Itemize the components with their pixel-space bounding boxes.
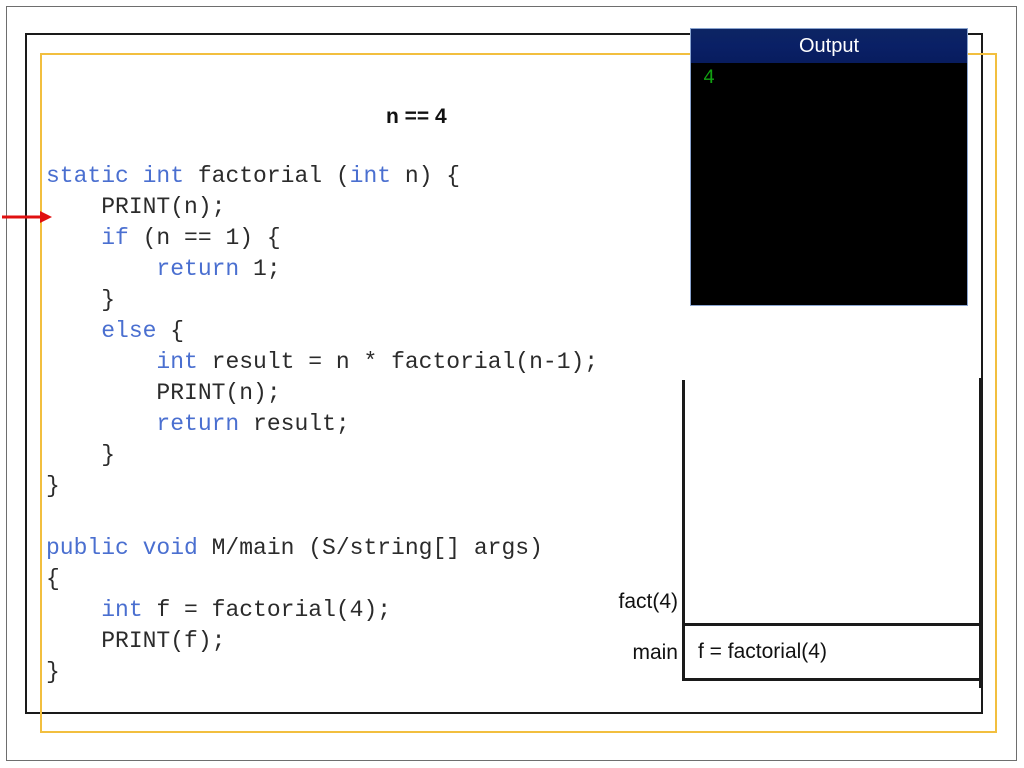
- output-console-body[interactable]: 4: [691, 63, 967, 305]
- code-text: result;: [239, 411, 350, 437]
- output-line: 4: [703, 67, 716, 90]
- code-text: }: [46, 287, 116, 313]
- code-text: PRINT(n);: [46, 194, 226, 220]
- output-window[interactable]: Output 4: [690, 28, 968, 306]
- code-listing: static int factorial (int n) { PRINT(n);…: [46, 161, 686, 688]
- code-line: return 1;: [46, 254, 686, 285]
- stack-frame-main: f = factorial(4): [682, 623, 982, 681]
- output-window-title: Output: [798, 34, 860, 57]
- code-text: PRINT(n);: [46, 380, 281, 406]
- output-window-titlebar: Output: [691, 29, 967, 63]
- code-line: PRINT(n);: [46, 378, 686, 409]
- code-line: int f = factorial(4);: [46, 595, 686, 626]
- code-text: }: [46, 442, 116, 468]
- code-line: return result;: [46, 409, 686, 440]
- code-text: result = n * factorial(n-1);: [197, 349, 599, 375]
- code-keyword: if: [101, 225, 129, 251]
- code-keyword: int: [349, 163, 392, 189]
- code-line: }: [46, 440, 686, 471]
- code-line: if (n == 1) {: [46, 223, 686, 254]
- code-keyword: return: [156, 256, 240, 282]
- code-line: }: [46, 657, 686, 688]
- code-text: factorial (: [184, 163, 350, 189]
- call-stack-diagram: fact(4) main f = factorial(4): [600, 378, 1000, 688]
- code-line: else {: [46, 316, 686, 347]
- code-keyword: public void: [46, 535, 198, 561]
- code-line: int result = n * factorial(n-1);: [46, 347, 686, 378]
- stack-frame-fact: [682, 380, 982, 624]
- code-line: PRINT(n);: [46, 192, 686, 223]
- code-text: }: [46, 473, 60, 499]
- code-line: }: [46, 471, 686, 502]
- variable-annotation: n == 4: [386, 105, 447, 128]
- code-text: }: [46, 659, 60, 685]
- execution-pointer-arrow: [2, 211, 52, 223]
- code-keyword: else: [101, 318, 157, 344]
- code-line: {: [46, 564, 686, 595]
- code-keyword: static int: [46, 163, 185, 189]
- code-keyword: return: [156, 411, 240, 437]
- code-text: PRINT(f);: [46, 628, 226, 654]
- code-text: (n == 1) {: [128, 225, 281, 251]
- code-line: static int factorial (int n) {: [46, 161, 686, 192]
- code-text: {: [46, 566, 60, 592]
- code-line: }: [46, 285, 686, 316]
- code-line: public void M/main (S/string[] args): [46, 533, 686, 564]
- code-text: n) {: [391, 163, 461, 189]
- code-text: 1;: [239, 256, 281, 282]
- code-keyword: int: [156, 349, 198, 375]
- stack-frame-fact-label: fact(4): [618, 590, 678, 613]
- code-text: {: [156, 318, 185, 344]
- stack-frame-main-label: main: [632, 641, 678, 664]
- code-line: PRINT(f);: [46, 626, 686, 657]
- code-text: f = factorial(4);: [142, 597, 392, 623]
- code-keyword: int: [101, 597, 143, 623]
- stack-frame-main-content: f = factorial(4): [698, 640, 827, 663]
- code-text: M/main (S/string[] args): [197, 535, 543, 561]
